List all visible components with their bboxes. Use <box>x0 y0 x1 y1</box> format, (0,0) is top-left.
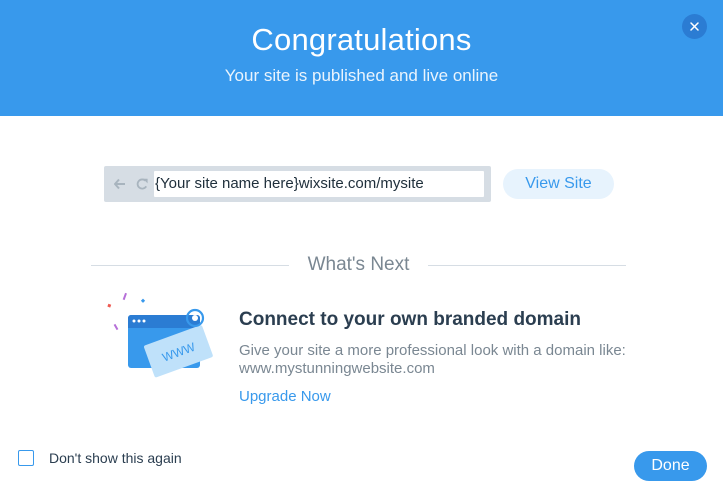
close-icon <box>690 22 699 31</box>
promo-title: Connect to your own branded domain <box>239 309 581 330</box>
done-button[interactable]: Done <box>634 451 707 481</box>
dialog-title: Congratulations <box>251 22 472 57</box>
section-divider-left <box>91 265 289 266</box>
dont-show-again-checkbox[interactable] <box>18 450 34 466</box>
dont-show-again-option[interactable]: Don't show this again <box>18 449 182 467</box>
promo-description: Give your site a more professional look … <box>239 342 626 377</box>
publish-success-dialog: Congratulations Your site is published a… <box>0 0 723 498</box>
site-url-field: {Your site name here}wixsite.com/mysite <box>154 171 484 197</box>
dialog-header: Congratulations Your site is published a… <box>0 0 723 116</box>
browser-preview-bar: {Your site name here}wixsite.com/mysite <box>104 166 491 202</box>
close-button[interactable] <box>682 14 707 39</box>
dont-show-again-label: Don't show this again <box>49 450 182 466</box>
back-arrow-icon <box>114 178 125 190</box>
refresh-icon <box>136 178 148 190</box>
view-site-button[interactable]: View Site <box>503 169 614 199</box>
dialog-subtitle: Your site is published and live online <box>224 66 499 85</box>
section-divider-right <box>428 265 626 266</box>
whats-next-heading: What's Next <box>307 254 410 275</box>
browser-www-illustration-icon: WWW <box>104 290 220 388</box>
browser-nav-icons <box>114 176 154 192</box>
upgrade-now-link[interactable]: Upgrade Now <box>239 388 331 405</box>
